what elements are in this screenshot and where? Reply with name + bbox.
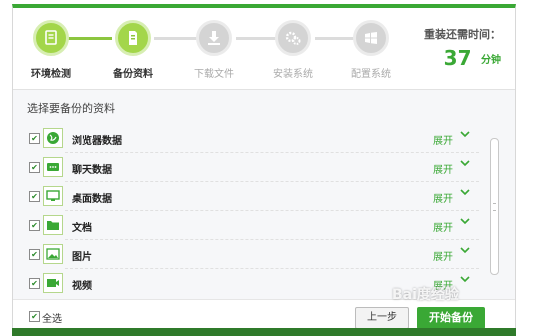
checkbox[interactable]: ✔: [29, 191, 40, 202]
remaining-time-title: 重装还需时间：: [424, 28, 501, 41]
checkbox[interactable]: ✔: [29, 220, 40, 231]
chat-icon: [47, 163, 59, 171]
list-item[interactable]: ✔ 聊天数据 展开: [13, 153, 483, 182]
select-all[interactable]: ✔ 全选: [29, 310, 62, 325]
step-label: 环境检测: [31, 69, 71, 80]
list-item[interactable]: ✔ 图片 展开: [13, 240, 483, 269]
chevron-down-icon[interactable]: [459, 244, 471, 256]
select-all-checkbox[interactable]: ✔: [29, 311, 40, 322]
item-name: 图片: [72, 252, 92, 263]
item-name: 浏览器数据: [72, 136, 122, 147]
monitor-icon: [45, 30, 57, 45]
step-env-check: 环境检测: [16, 20, 86, 80]
picture-icon: [46, 248, 60, 260]
item-name: 桌面数据: [72, 194, 112, 205]
start-backup-button[interactable]: 开始备份: [417, 307, 485, 329]
expand-link[interactable]: 展开: [433, 190, 453, 205]
scrollbar-grip[interactable]: [493, 203, 496, 211]
taskbar-strip: [12, 328, 516, 336]
remaining-time-value: 37: [443, 46, 472, 70]
step-backup: 备份资料: [98, 20, 168, 80]
watermark-logo: Bai度经验: [392, 287, 459, 303]
chevron-down-icon[interactable]: [459, 186, 471, 198]
expand-link[interactable]: 展开: [433, 248, 453, 263]
progress-header: 环境检测 备份资料 下载文件 安装系统 配置系统 重装还需时间： 37 分钟: [13, 8, 515, 88]
item-name: 视频: [72, 281, 92, 292]
checkbox[interactable]: ✔: [29, 133, 40, 144]
list-item[interactable]: ✔ 文档 展开: [13, 211, 483, 240]
windows-icon: [365, 32, 377, 44]
download-icon: [208, 31, 220, 45]
select-all-label: 全选: [42, 314, 62, 325]
document-icon: [129, 31, 137, 45]
desktop-icon: [46, 190, 60, 201]
backup-list-panel: 选择要备份的资料 ✔ 浏览器数据 展开 ✔ 聊天数据 展开 ✔ 桌面数据 展开 …: [13, 89, 515, 299]
expand-link[interactable]: 展开: [433, 132, 453, 147]
step-download: 下载文件: [179, 20, 249, 80]
step-label: 备份资料: [113, 69, 153, 80]
item-name: 文档: [72, 223, 92, 234]
step-label: 配置系统: [351, 69, 391, 80]
prev-step-button[interactable]: 上一步: [355, 307, 409, 329]
step-install: 安装系统: [258, 20, 328, 80]
scrollbar[interactable]: [490, 138, 499, 275]
section-title: 选择要备份的资料: [27, 102, 115, 115]
chevron-down-icon[interactable]: [459, 128, 471, 140]
list-item[interactable]: ✔ 桌面数据 展开: [13, 182, 483, 211]
list-item[interactable]: ✔ 浏览器数据 展开: [13, 124, 483, 153]
expand-link[interactable]: 展开: [433, 161, 453, 176]
expand-link[interactable]: 展开: [433, 219, 453, 234]
chevron-down-icon[interactable]: [459, 157, 471, 169]
remaining-time: 重装还需时间： 37 分钟: [424, 26, 501, 70]
globe-icon: [47, 132, 59, 144]
checkbox[interactable]: ✔: [29, 249, 40, 260]
video-icon: [47, 279, 59, 287]
gears-icon: [285, 31, 301, 45]
remaining-time-unit: 分钟: [481, 54, 501, 66]
folder-icon: [47, 221, 59, 230]
checkbox[interactable]: ✔: [29, 162, 40, 173]
step-label: 下载文件: [194, 69, 234, 80]
chevron-down-icon[interactable]: [459, 273, 471, 285]
step-label: 安装系统: [273, 69, 313, 80]
chevron-down-icon[interactable]: [459, 215, 471, 227]
checkbox[interactable]: ✔: [29, 278, 40, 289]
item-name: 聊天数据: [72, 165, 112, 176]
step-configure: 配置系统: [336, 20, 406, 80]
